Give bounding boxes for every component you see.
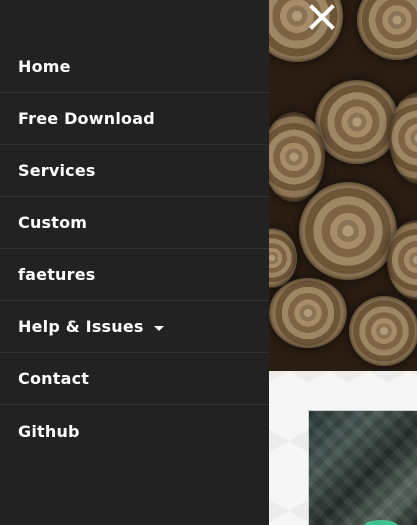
log-end <box>315 80 399 164</box>
menu-item-free-download[interactable]: Free Download <box>0 93 269 145</box>
log-end <box>269 278 347 348</box>
card-image <box>308 410 417 525</box>
menu-item-faetures[interactable]: faetures <box>0 249 269 301</box>
menu-list: Home Free Download Services Custom faetu… <box>0 41 269 457</box>
close-menu-button[interactable] <box>304 2 340 32</box>
log-end <box>269 112 325 202</box>
menu-item-github[interactable]: Github <box>0 405 269 457</box>
hero-image-logs <box>269 0 417 371</box>
close-icon <box>309 4 335 30</box>
log-end <box>299 182 397 280</box>
page-background <box>269 0 417 525</box>
menu-item-label: Custom <box>18 213 88 232</box>
menu-item-help-issues[interactable]: Help & Issues <box>0 301 269 353</box>
menu-item-label: Free Download <box>18 109 155 128</box>
menu-item-custom[interactable]: Custom <box>0 197 269 249</box>
log-end <box>357 0 417 60</box>
menu-item-label: Contact <box>18 369 90 388</box>
menu-item-label: Github <box>18 421 80 441</box>
caret-down-icon <box>153 325 164 331</box>
offcanvas-menu: Home Free Download Services Custom faetu… <box>0 0 269 525</box>
log-end <box>349 296 417 366</box>
menu-item-label: faetures <box>18 265 96 284</box>
menu-item-home[interactable]: Home <box>0 41 269 93</box>
log-end <box>269 228 297 288</box>
menu-item-services[interactable]: Services <box>0 145 269 197</box>
menu-item-label: Home <box>18 57 71 76</box>
menu-item-label: Services <box>18 161 96 180</box>
menu-item-contact[interactable]: Contact <box>0 353 269 405</box>
menu-item-label: Help & Issues <box>18 317 144 336</box>
